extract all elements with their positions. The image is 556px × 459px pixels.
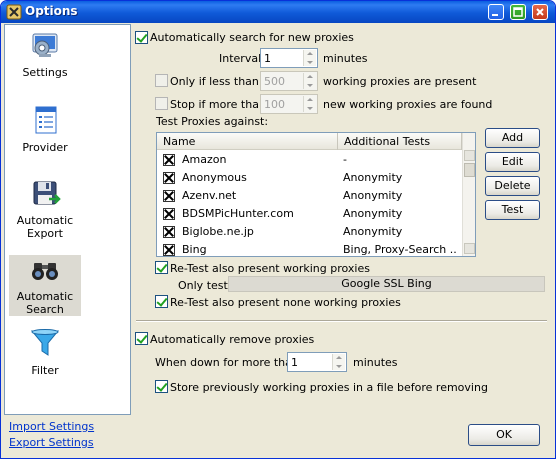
test-against-label: Test Proxies against: bbox=[156, 115, 269, 128]
auto-search-checkbox[interactable] bbox=[135, 31, 148, 44]
spin-arrows-icon[interactable] bbox=[303, 96, 316, 112]
export-settings-link[interactable]: Export Settings bbox=[9, 436, 94, 449]
ok-button[interactable]: OK bbox=[468, 424, 540, 446]
row-checkbox[interactable] bbox=[163, 208, 175, 220]
section-divider bbox=[136, 320, 547, 322]
stop-if-more-checkbox[interactable] bbox=[155, 97, 168, 110]
only-test-label: Only test bbox=[178, 279, 228, 292]
close-button[interactable] bbox=[532, 4, 548, 20]
spin-arrows-icon[interactable] bbox=[303, 73, 316, 89]
interval-value: 1 bbox=[264, 52, 271, 65]
row-tests: - bbox=[343, 153, 347, 166]
provider-icon bbox=[9, 104, 81, 139]
interval-unit: minutes bbox=[323, 52, 368, 65]
sidebar-item-label: Filter bbox=[31, 364, 59, 377]
only-if-less-stepper[interactable]: 500 bbox=[260, 71, 318, 91]
row-name: Biglobe.ne.jp bbox=[182, 225, 254, 238]
row-name: Amazon bbox=[182, 153, 227, 166]
row-tests: Anonymity bbox=[343, 189, 403, 202]
row-checkbox[interactable] bbox=[163, 190, 175, 202]
table-row[interactable]: Amazon - bbox=[157, 151, 462, 169]
only-test-field[interactable]: Google SSL Bing bbox=[228, 276, 545, 292]
sidebar-item-automatic-search[interactable]: Automatic Search bbox=[9, 255, 81, 316]
stop-if-more-suffix: new working proxies are found bbox=[323, 98, 493, 111]
stop-if-more-stepper[interactable]: 100 bbox=[260, 94, 318, 114]
auto-remove-label: Automatically remove proxies bbox=[150, 333, 315, 346]
column-header-name[interactable]: Name bbox=[157, 133, 338, 150]
funnel-icon bbox=[9, 327, 81, 362]
retest-working-checkbox[interactable] bbox=[155, 261, 168, 274]
spin-arrows-icon[interactable] bbox=[332, 354, 345, 370]
edit-button[interactable]: Edit bbox=[485, 152, 540, 172]
scroll-down-icon[interactable] bbox=[464, 243, 475, 254]
interval-stepper[interactable]: 1 bbox=[260, 48, 318, 68]
options-window: Options Settings Provider Automatic Expo… bbox=[0, 0, 556, 459]
table-row[interactable]: Azenv.net Anonymity bbox=[157, 187, 462, 205]
row-checkbox[interactable] bbox=[163, 172, 175, 184]
import-settings-link[interactable]: Import Settings bbox=[9, 420, 94, 433]
row-checkbox[interactable] bbox=[163, 154, 175, 166]
store-proxies-label: Store previously working proxies in a fi… bbox=[170, 381, 488, 394]
scroll-thumb[interactable] bbox=[464, 163, 475, 177]
column-header-additional-tests[interactable]: Additional Tests bbox=[338, 133, 462, 150]
down-value: 1 bbox=[291, 356, 298, 369]
table-scrollbar[interactable] bbox=[462, 133, 475, 256]
retest-working-label: Re-Test also present working proxies bbox=[170, 262, 370, 275]
row-tests: Bing, Proxy-Search ... bbox=[343, 243, 457, 256]
row-tests: Anonymity bbox=[343, 225, 403, 238]
down-stepper[interactable]: 1 bbox=[287, 352, 347, 372]
sidebar-item-label: Automatic Search bbox=[16, 290, 74, 316]
title-bar[interactable]: Options bbox=[1, 1, 555, 23]
retest-none-working-checkbox[interactable] bbox=[155, 295, 168, 308]
window-title: Options bbox=[25, 4, 78, 18]
sidebar: Settings Provider Automatic Export Autom… bbox=[4, 24, 131, 415]
down-label: When down for more than bbox=[155, 356, 299, 369]
table-row[interactable]: Biglobe.ne.jp Anonymity bbox=[157, 223, 462, 241]
scroll-up-icon[interactable] bbox=[464, 150, 475, 161]
row-name: BDSMPicHunter.com bbox=[182, 207, 294, 220]
proxy-test-table: Name Additional Tests Amazon - Anonymous… bbox=[156, 132, 476, 257]
floppy-disk-icon bbox=[9, 177, 81, 212]
row-tests: Anonymity bbox=[343, 207, 403, 220]
stop-if-more-label: Stop if more than bbox=[170, 98, 266, 111]
down-unit: minutes bbox=[353, 356, 398, 369]
add-button[interactable]: Add bbox=[485, 128, 540, 148]
row-name: Azenv.net bbox=[182, 189, 237, 202]
sidebar-item-provider[interactable]: Provider bbox=[9, 104, 81, 154]
table-row[interactable]: BDSMPicHunter.com Anonymity bbox=[157, 205, 462, 223]
auto-remove-checkbox[interactable] bbox=[135, 332, 148, 345]
row-tests: Anonymity bbox=[343, 171, 403, 184]
sidebar-item-label: Provider bbox=[22, 141, 68, 154]
table-row[interactable]: Bing Bing, Proxy-Search ... bbox=[157, 241, 462, 256]
interval-label: Interval bbox=[219, 52, 262, 65]
only-if-less-value: 500 bbox=[264, 75, 285, 88]
sidebar-item-settings[interactable]: Settings bbox=[9, 29, 81, 79]
table-header: Name Additional Tests bbox=[157, 133, 462, 150]
app-icon bbox=[6, 4, 22, 20]
sidebar-item-label: Automatic Export bbox=[16, 214, 74, 240]
binoculars-icon bbox=[9, 255, 81, 288]
maximize-button[interactable] bbox=[510, 4, 526, 20]
sidebar-item-filter[interactable]: Filter bbox=[9, 327, 81, 377]
table-row[interactable]: Anonymous Anonymity bbox=[157, 169, 462, 187]
sidebar-item-label: Settings bbox=[22, 66, 68, 79]
only-if-less-label: Only if less than bbox=[170, 75, 259, 88]
only-if-less-checkbox[interactable] bbox=[155, 74, 168, 87]
test-button[interactable]: Test bbox=[485, 200, 540, 220]
settings-icon bbox=[9, 29, 81, 64]
minimize-button[interactable] bbox=[488, 4, 504, 20]
sidebar-item-automatic-export[interactable]: Automatic Export bbox=[9, 177, 81, 240]
stop-if-more-value: 100 bbox=[264, 98, 285, 111]
row-name: Anonymous bbox=[182, 171, 247, 184]
delete-button[interactable]: Delete bbox=[485, 176, 540, 196]
row-checkbox[interactable] bbox=[163, 226, 175, 238]
only-if-less-suffix: working proxies are present bbox=[323, 75, 477, 88]
row-name: Bing bbox=[182, 243, 207, 256]
store-proxies-checkbox[interactable] bbox=[155, 380, 168, 393]
row-checkbox[interactable] bbox=[163, 244, 175, 256]
auto-search-label: Automatically search for new proxies bbox=[150, 31, 354, 44]
spin-arrows-icon[interactable] bbox=[303, 50, 316, 66]
retest-none-working-label: Re-Test also present none working proxie… bbox=[170, 296, 401, 309]
